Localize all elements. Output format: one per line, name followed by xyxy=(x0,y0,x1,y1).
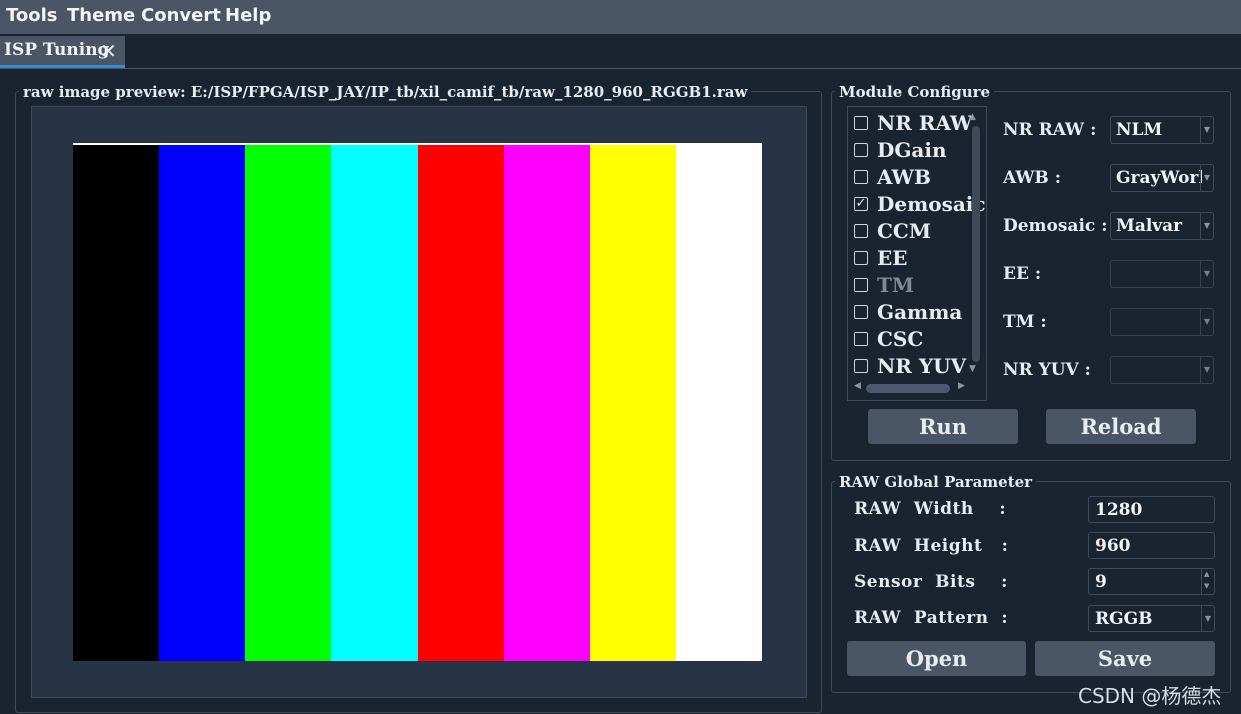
checkbox-icon xyxy=(854,251,868,265)
module-ccm-checkbox[interactable]: CCM xyxy=(854,218,931,244)
color-bar-blue xyxy=(159,145,246,661)
checkbox-icon xyxy=(854,359,868,373)
nr-yuv-select[interactable]: ▼ xyxy=(1110,356,1214,384)
checkbox-icon xyxy=(854,116,868,130)
checkbox-icon xyxy=(854,305,868,319)
tab-label: ISP Tuning xyxy=(4,40,110,60)
menu-theme[interactable]: Theme xyxy=(67,5,135,26)
chevron-down-icon: ▼ xyxy=(1200,117,1213,143)
module-ee-checkbox[interactable]: EE xyxy=(854,245,908,271)
checkbox-icon xyxy=(854,170,868,184)
chevron-down-icon: ▼ xyxy=(1200,213,1213,239)
scroll-down-arrow-icon[interactable]: ▼ xyxy=(969,364,976,374)
scroll-left-arrow-icon[interactable]: ◀ xyxy=(854,381,861,391)
config-label-awb: AWB : xyxy=(1003,168,1061,188)
module-nr-yuv-checkbox[interactable]: NR YUV xyxy=(854,353,966,379)
chevron-down-icon: ▼ xyxy=(1200,165,1213,191)
nr-raw-select[interactable]: NLM ▼ xyxy=(1110,116,1214,144)
module-nr-raw-checkbox[interactable]: NR RAW xyxy=(854,110,972,136)
vertical-scrollbar-thumb[interactable] xyxy=(972,126,980,362)
module-demosaic-checkbox[interactable]: ✓ Demosaic xyxy=(854,191,986,217)
chevron-down-icon: ▼ xyxy=(1200,309,1213,335)
menu-convert[interactable]: Convert xyxy=(141,5,221,26)
color-bar-yellow xyxy=(589,145,676,661)
open-button[interactable]: Open xyxy=(847,641,1026,676)
color-bar-magenta xyxy=(503,145,590,661)
chevron-down-icon: ▼ xyxy=(1201,606,1214,631)
horizontal-scrollbar-thumb[interactable] xyxy=(866,384,950,393)
spin-down-icon[interactable]: ▼ xyxy=(1204,582,1209,590)
raw-image-preview xyxy=(73,143,762,661)
config-label-nr-raw: NR RAW : xyxy=(1003,120,1097,140)
run-button[interactable]: Run xyxy=(868,409,1018,444)
sensor-bits-label: Sensor Bits : xyxy=(854,572,1008,592)
watermark: CSDN @杨德杰 xyxy=(1078,684,1222,708)
checkbox-icon xyxy=(854,278,868,292)
reload-button[interactable]: Reload xyxy=(1046,409,1196,444)
menu-tools[interactable]: Tools xyxy=(6,5,58,26)
close-icon[interactable]: ✕ xyxy=(100,39,117,63)
demosaic-select[interactable]: Malvar ▼ xyxy=(1110,212,1214,240)
menu-help[interactable]: Help xyxy=(225,5,271,26)
module-configure-title: Module Configure xyxy=(835,83,995,101)
config-label-demosaic: Demosaic : xyxy=(1003,216,1108,236)
tm-select[interactable]: ▼ xyxy=(1110,308,1214,336)
tab-isp-tuning[interactable]: ISP Tuning ✕ xyxy=(0,36,125,68)
tab-bar xyxy=(0,34,1241,69)
chevron-down-icon: ▼ xyxy=(1200,261,1213,287)
raw-width-input[interactable]: 1280 xyxy=(1088,496,1215,523)
module-awb-checkbox[interactable]: AWB xyxy=(854,164,931,190)
raw-pattern-label: RAW Pattern : xyxy=(854,608,1009,628)
awb-select[interactable]: GrayWorld ▼ xyxy=(1110,164,1214,192)
checkbox-icon xyxy=(854,224,868,238)
raw-height-label: RAW Height : xyxy=(854,536,1009,556)
ee-select[interactable]: ▼ xyxy=(1110,260,1214,288)
chevron-down-icon: ▼ xyxy=(1200,357,1213,383)
config-label-nr-yuv: NR YUV : xyxy=(1003,360,1091,380)
spin-up-icon[interactable]: ▲ xyxy=(1204,570,1209,578)
checkmark-icon: ✓ xyxy=(854,196,868,211)
raw-height-input[interactable]: 960 xyxy=(1088,532,1215,559)
module-dgain-checkbox[interactable]: DGain xyxy=(854,137,947,163)
module-checklist: NR RAW DGain AWB ✓ Demosaic CCM EE TM Ga… xyxy=(847,106,987,401)
config-label-tm: TM : xyxy=(1003,312,1047,332)
menubar: Tools Theme Convert Help xyxy=(0,0,1241,34)
module-tm-checkbox[interactable]: TM xyxy=(854,272,914,298)
module-csc-checkbox[interactable]: CSC xyxy=(854,326,923,352)
scroll-right-arrow-icon[interactable]: ▶ xyxy=(958,381,965,391)
color-bar-red xyxy=(417,145,504,661)
color-bar-cyan xyxy=(331,145,418,661)
checkbox-icon xyxy=(854,332,868,346)
sensor-bits-spinbox[interactable]: 9 ▲ ▼ xyxy=(1088,568,1215,595)
raw-pattern-select[interactable]: RGGB ▼ xyxy=(1088,605,1215,632)
save-button[interactable]: Save xyxy=(1035,641,1215,676)
module-gamma-checkbox[interactable]: Gamma xyxy=(854,299,962,325)
scroll-up-arrow-icon[interactable]: ▲ xyxy=(969,112,976,122)
checkbox-icon xyxy=(854,143,868,157)
color-bar-green xyxy=(245,145,332,661)
config-label-ee: EE : xyxy=(1003,264,1042,284)
color-bar-black xyxy=(73,145,160,661)
spin-arrows[interactable]: ▲ ▼ xyxy=(1201,569,1214,594)
raw-global-parameter-title: RAW Global Parameter xyxy=(835,473,1037,491)
color-bar-white xyxy=(675,145,762,661)
preview-title: raw image preview: E:/ISP/FPGA/ISP_JAY/I… xyxy=(19,83,752,101)
raw-width-label: RAW Width : xyxy=(854,499,1007,519)
